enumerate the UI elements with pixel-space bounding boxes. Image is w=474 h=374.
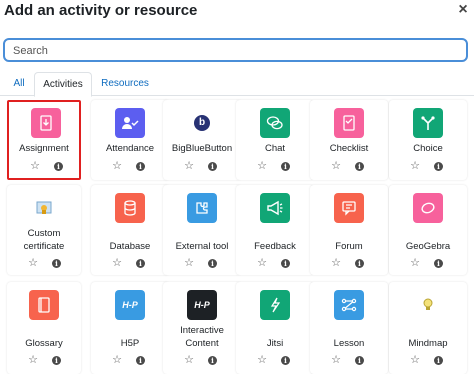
tab-activities[interactable]: Activities xyxy=(34,72,92,97)
activity-tile[interactable]: Feedback ☆ i xyxy=(236,185,314,275)
info-icon[interactable]: i xyxy=(355,162,364,171)
star-icon[interactable]: ☆ xyxy=(409,354,421,366)
activity-tile[interactable]: Jitsi ☆ i xyxy=(236,282,314,374)
glossary-icon xyxy=(29,290,59,320)
activity-label: H5P xyxy=(120,338,140,349)
tab-all[interactable]: All xyxy=(8,72,30,96)
info-icon[interactable]: i xyxy=(355,356,364,365)
star-icon[interactable]: ☆ xyxy=(29,160,41,172)
activity-tile[interactable]: Assignment ☆ i xyxy=(7,100,81,180)
info-icon[interactable]: i xyxy=(281,162,290,171)
info-icon[interactable]: i xyxy=(52,356,61,365)
activity-tile[interactable]: H-P H5P ☆ i xyxy=(91,282,169,374)
activity-tile[interactable]: Lesson ☆ i xyxy=(310,282,388,374)
activity-tile[interactable]: Forum ☆ i xyxy=(310,185,388,275)
star-icon[interactable]: ☆ xyxy=(256,257,268,269)
info-icon[interactable]: i xyxy=(434,356,443,365)
geogebra-icon xyxy=(413,193,443,223)
activity-label: Interactive Content xyxy=(180,325,224,349)
feedback-icon xyxy=(260,193,290,223)
interactive-content-icon: H-P xyxy=(187,290,217,320)
search-box[interactable] xyxy=(3,38,468,62)
star-icon[interactable]: ☆ xyxy=(27,354,39,366)
checklist-icon xyxy=(334,108,364,138)
activity-label: External tool xyxy=(175,241,229,252)
star-icon[interactable]: ☆ xyxy=(256,354,268,366)
info-icon[interactable]: i xyxy=(208,356,217,365)
star-icon[interactable]: ☆ xyxy=(183,257,195,269)
activity-tile[interactable]: External tool ☆ i xyxy=(163,185,241,275)
activity-label: Custom certificate xyxy=(23,228,65,252)
info-icon[interactable]: i xyxy=(208,259,217,268)
tab-resources[interactable]: Resources xyxy=(96,72,154,96)
activity-label: Glossary xyxy=(25,338,63,349)
activity-label: GeoGebra xyxy=(405,241,451,252)
star-icon[interactable]: ☆ xyxy=(330,160,342,172)
dialog-title: Add an activity or resource xyxy=(4,2,198,19)
info-icon[interactable]: i xyxy=(208,162,217,171)
attendance-icon xyxy=(115,108,145,138)
star-icon[interactable]: ☆ xyxy=(183,354,195,366)
activity-label: Feedback xyxy=(254,241,296,252)
h5p-icon: H-P xyxy=(115,290,145,320)
search-input[interactable] xyxy=(13,42,453,60)
info-icon[interactable]: i xyxy=(136,259,145,268)
info-icon[interactable]: i xyxy=(281,356,290,365)
certificate-icon xyxy=(29,193,59,223)
activity-tile[interactable]: Checklist ☆ i xyxy=(310,100,388,180)
info-icon[interactable]: i xyxy=(355,259,364,268)
info-icon[interactable]: i xyxy=(136,356,145,365)
info-icon[interactable]: i xyxy=(54,162,63,171)
bigbluebutton-icon: b xyxy=(187,108,217,138)
activity-label: Chat xyxy=(264,143,286,154)
activity-tile[interactable]: Custom certificate ☆ i xyxy=(7,185,81,275)
star-icon[interactable]: ☆ xyxy=(409,257,421,269)
jitsi-icon xyxy=(260,290,290,320)
star-icon[interactable]: ☆ xyxy=(330,257,342,269)
star-icon[interactable]: ☆ xyxy=(111,160,123,172)
info-icon[interactable]: i xyxy=(281,259,290,268)
choice-icon xyxy=(413,108,443,138)
info-icon[interactable]: i xyxy=(434,162,443,171)
forum-icon xyxy=(334,193,364,223)
star-icon[interactable]: ☆ xyxy=(183,160,195,172)
activity-label: Assignment xyxy=(19,143,69,154)
lesson-icon xyxy=(334,290,364,320)
activity-tile[interactable]: Glossary ☆ i xyxy=(7,282,81,374)
activity-tile[interactable]: Attendance ☆ i xyxy=(91,100,169,180)
assignment-icon xyxy=(31,108,61,138)
star-icon[interactable]: ☆ xyxy=(330,354,342,366)
activity-label: Mindmap xyxy=(408,338,448,349)
activity-label: Choice xyxy=(413,143,443,154)
activity-tile[interactable]: Choice ☆ i xyxy=(389,100,467,180)
chat-icon xyxy=(260,108,290,138)
activity-tile[interactable]: Mindmap ☆ i xyxy=(389,282,467,374)
star-icon[interactable]: ☆ xyxy=(256,160,268,172)
activity-tile[interactable]: b BigBlueButton ☆ i xyxy=(163,100,241,180)
activity-label: Checklist xyxy=(329,143,369,154)
activity-label: Attendance xyxy=(105,143,155,154)
activity-tile[interactable]: Database ☆ i xyxy=(91,185,169,275)
activity-label: Database xyxy=(109,241,151,252)
star-icon[interactable]: ☆ xyxy=(111,257,123,269)
star-icon[interactable]: ☆ xyxy=(409,160,421,172)
info-icon[interactable]: i xyxy=(52,259,61,268)
database-icon xyxy=(115,193,145,223)
activity-label: Lesson xyxy=(333,338,365,349)
star-icon[interactable]: ☆ xyxy=(111,354,123,366)
activity-label: Jitsi xyxy=(266,338,284,349)
activity-tile[interactable]: GeoGebra ☆ i xyxy=(389,185,467,275)
info-icon[interactable]: i xyxy=(434,259,443,268)
mindmap-icon xyxy=(413,290,443,320)
close-icon[interactable]: × xyxy=(455,0,471,20)
star-icon[interactable]: ☆ xyxy=(27,257,39,269)
activity-tile[interactable]: H-P Interactive Content ☆ i xyxy=(163,282,241,374)
external-tool-icon xyxy=(187,193,217,223)
activity-label: BigBlueButton xyxy=(171,143,233,154)
info-icon[interactable]: i xyxy=(136,162,145,171)
activity-tile[interactable]: Chat ☆ i xyxy=(236,100,314,180)
activity-label: Forum xyxy=(335,241,363,252)
